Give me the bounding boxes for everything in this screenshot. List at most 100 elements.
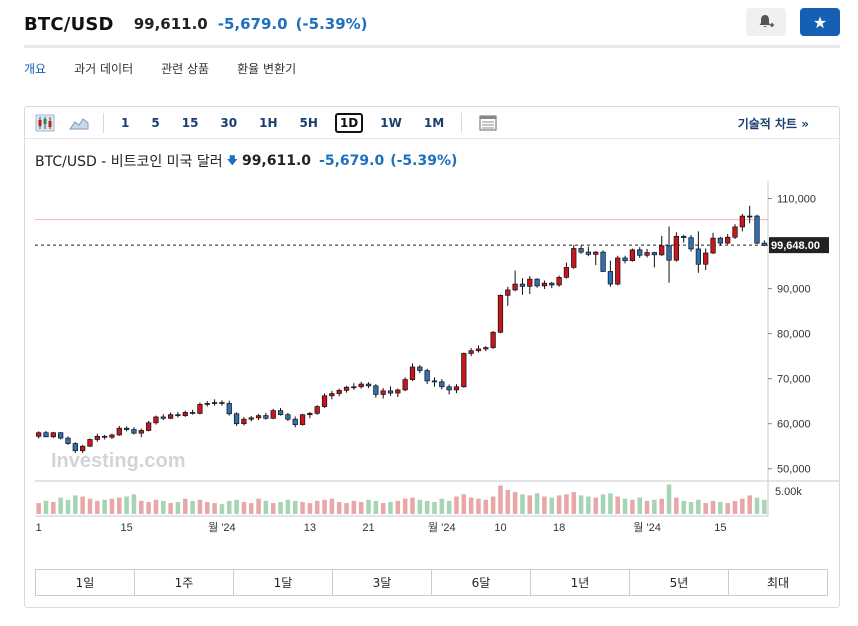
volume-bar — [314, 500, 320, 514]
y-tick-label: 80,000 — [777, 329, 811, 341]
volume-bar — [197, 499, 203, 514]
volume-bar — [212, 503, 217, 514]
volume-bar — [762, 499, 767, 514]
candle-body — [307, 412, 313, 416]
range-6m-button[interactable]: 6달 — [432, 570, 531, 595]
last-price: 99,611.0 — [133, 15, 208, 33]
candle-body — [226, 403, 232, 415]
volume-bar — [417, 499, 423, 514]
add-alert-button[interactable] — [746, 8, 786, 36]
x-tick-label: 13 — [304, 522, 316, 534]
volume-bar — [754, 497, 760, 514]
candle-body — [600, 251, 606, 272]
tab-related[interactable]: 관련 상품 — [161, 60, 209, 83]
candle-body — [446, 386, 452, 391]
volume-bar — [153, 499, 159, 514]
candle-body — [292, 418, 298, 425]
volume-bar — [498, 485, 503, 514]
candle-body — [36, 432, 42, 437]
volume-bar — [366, 499, 371, 514]
y-tick-label: 110,000 — [777, 194, 816, 206]
candle-body — [189, 412, 196, 414]
volume-bar — [424, 500, 430, 514]
volume-bar — [674, 497, 679, 514]
star-icon: ★ — [812, 12, 828, 32]
candle-body — [461, 353, 467, 388]
range-max-button[interactable]: 최대 — [729, 570, 827, 595]
volume-bar — [637, 497, 642, 514]
watchlist-button[interactable]: ★ — [800, 8, 840, 36]
tab-converter[interactable]: 환율 변환기 — [237, 60, 296, 83]
volume-bar — [571, 492, 577, 514]
symbol-title: BTC/USD — [24, 13, 114, 35]
volume-bar — [410, 497, 415, 514]
volume-bar — [80, 496, 85, 514]
candle-body — [343, 386, 350, 391]
last-price-badge-label: 99,648.00 — [771, 240, 820, 252]
volume-bar — [300, 501, 305, 514]
volume-bar — [505, 489, 511, 514]
volume-bar — [600, 494, 606, 514]
candle-body — [204, 403, 210, 405]
candle-body — [160, 416, 166, 419]
candle-body — [65, 437, 71, 444]
price-chart[interactable]: Investing.com 50,000 60,000 70,000 80,000 90,… — [25, 107, 839, 567]
range-3m-button[interactable]: 3달 — [333, 570, 432, 595]
volume-bar — [51, 501, 56, 514]
volume-bar — [454, 496, 459, 514]
tab-historical-data[interactable]: 과거 데이터 — [74, 60, 133, 83]
volume-bar — [292, 500, 298, 514]
volume-bar — [703, 503, 708, 514]
volume-bar — [740, 498, 745, 514]
volume-bar — [124, 496, 129, 514]
volume-bar — [256, 498, 261, 514]
tab-overview[interactable]: 개요 — [24, 60, 46, 83]
volume-bar — [351, 500, 357, 514]
volume-bar — [446, 500, 452, 514]
volume-bar — [146, 501, 151, 514]
bell-plus-icon — [759, 15, 774, 28]
candle-body — [541, 282, 548, 287]
candle-body — [277, 410, 284, 416]
volume-bar — [388, 501, 393, 514]
candle-body — [431, 380, 438, 383]
candle-body — [314, 406, 320, 414]
volume-bar — [593, 497, 599, 514]
volume-bar — [117, 497, 122, 514]
x-tick-label: 18 — [553, 522, 565, 534]
candle-body — [80, 445, 86, 452]
candle-body — [43, 432, 49, 438]
range-1m-button[interactable]: 1달 — [234, 570, 333, 595]
volume-bar — [402, 498, 408, 514]
candle-body — [622, 257, 628, 262]
volume-bar — [556, 495, 562, 514]
candle-body — [94, 435, 100, 440]
candle-body — [497, 294, 504, 333]
volume-bar — [564, 494, 569, 514]
volume-bar — [234, 499, 239, 514]
candle-body — [351, 386, 357, 389]
volume-bar — [512, 492, 518, 514]
volume-bar — [476, 498, 481, 514]
range-5y-button[interactable]: 5년 — [630, 570, 729, 595]
range-1y-button[interactable]: 1년 — [531, 570, 630, 595]
volume-bar — [278, 501, 283, 514]
volume-bar — [241, 501, 247, 514]
volume-bar — [461, 494, 467, 514]
range-1w-button[interactable]: 1주 — [135, 570, 234, 595]
volume-bar — [168, 503, 173, 514]
candle-body — [380, 390, 386, 395]
candle-body — [615, 257, 621, 285]
candle-body — [593, 251, 599, 255]
candle-body — [167, 414, 174, 419]
volume-bar — [696, 499, 701, 514]
range-1d-button[interactable]: 1일 — [36, 570, 135, 595]
candle-body — [336, 390, 342, 394]
candle-body — [739, 215, 745, 228]
volume-bar — [204, 501, 210, 514]
volume-bar — [527, 495, 533, 514]
candle-body — [578, 248, 584, 253]
candle-body — [725, 236, 731, 244]
x-tick-label: 월 '24 — [428, 521, 456, 534]
volume-bar — [73, 495, 78, 514]
